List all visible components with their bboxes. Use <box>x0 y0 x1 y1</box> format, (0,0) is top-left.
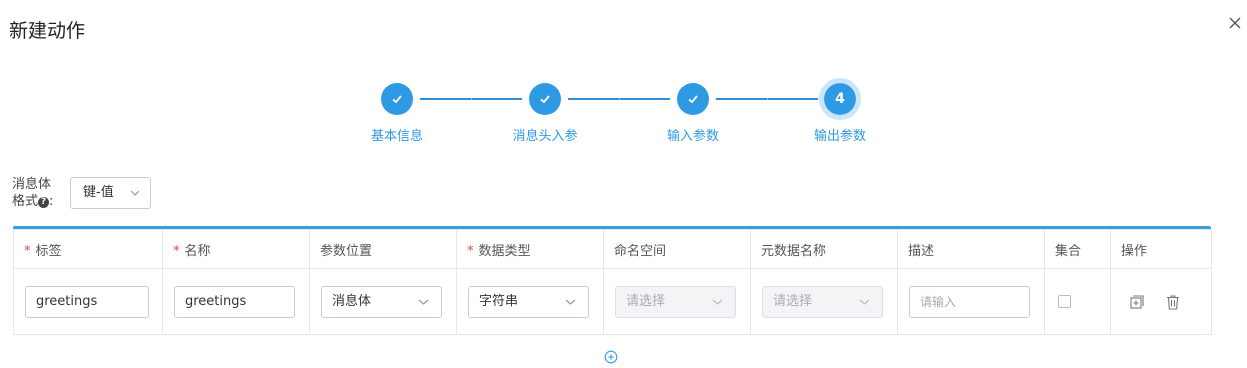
trash-icon[interactable] <box>1164 293 1182 311</box>
step-header-params[interactable]: 消息头入参 <box>485 78 605 144</box>
format-label: 消息体 格式?: <box>12 176 53 210</box>
required-mark: * <box>467 243 474 259</box>
format-select-value: 键-值 <box>83 185 114 200</box>
chevron-down-icon <box>130 190 140 196</box>
step-number: 4 <box>819 78 861 120</box>
collection-checkbox[interactable] <box>1058 295 1071 308</box>
step-label: 基本信息 <box>370 129 423 144</box>
help-icon[interactable]: ? <box>38 197 50 208</box>
step-basic-info[interactable]: 基本信息 <box>337 78 457 144</box>
chevron-down-icon <box>565 299 576 305</box>
header-position: 参数位置 <box>309 229 457 269</box>
step-label: 消息头入参 <box>512 129 578 144</box>
dialog-title: 新建动作 <box>9 20 86 42</box>
tag-input[interactable]: greetings <box>25 285 149 318</box>
header-ops: 操作 <box>1110 229 1212 269</box>
check-icon <box>529 83 561 115</box>
format-label-colon: : <box>49 194 54 209</box>
position-select[interactable]: 消息体 <box>321 285 442 318</box>
table-row: greetings greetings 消息体 字符串 请选择 请选择 请输入 <box>13 268 1212 335</box>
format-label-line1: 消息体 <box>12 177 52 192</box>
header-desc: 描述 <box>897 229 1045 269</box>
step-label: 输出参数 <box>813 129 866 144</box>
format-label-line2: 格式 <box>12 194 39 209</box>
steps-bar: 基本信息 消息头入参 输入参数 4 输出参数 <box>0 78 1247 148</box>
check-icon <box>677 83 709 115</box>
output-params-table: * 标签 * 名称 参数位置 * 数据类型 命名空间 元数据名称 描述 集合 操作 g… <box>13 226 1212 335</box>
header-meta-name: 元数据名称 <box>750 229 898 269</box>
close-icon[interactable] <box>1226 14 1244 32</box>
header-namespace: 命名空间 <box>603 229 751 269</box>
namespace-select: 请选择 <box>615 285 736 318</box>
chevron-down-icon <box>859 299 870 305</box>
required-mark: * <box>24 243 31 259</box>
step-input-params[interactable]: 输入参数 <box>633 78 753 144</box>
table-header-row: * 标签 * 名称 参数位置 * 数据类型 命名空间 元数据名称 描述 集合 操作 <box>13 229 1212 269</box>
header-collection: 集合 <box>1044 229 1111 269</box>
required-mark: * <box>173 243 180 259</box>
step-label: 输入参数 <box>666 129 719 144</box>
header-data-type: * 数据类型 <box>456 229 604 269</box>
data-type-select[interactable]: 字符串 <box>468 285 589 318</box>
header-tag: * 标签 <box>13 229 163 269</box>
format-select[interactable]: 键-值 <box>70 177 151 209</box>
check-icon <box>381 83 413 115</box>
name-input[interactable]: greetings <box>174 285 295 318</box>
header-name: * 名称 <box>162 229 310 269</box>
chevron-down-icon <box>418 299 429 305</box>
copy-add-icon[interactable] <box>1128 293 1146 311</box>
add-row-icon[interactable] <box>604 350 618 364</box>
chevron-down-icon <box>712 299 723 305</box>
desc-input[interactable]: 请输入 <box>909 285 1030 318</box>
step-output-params[interactable]: 4 输出参数 <box>780 78 900 144</box>
meta-name-select: 请选择 <box>762 285 883 318</box>
